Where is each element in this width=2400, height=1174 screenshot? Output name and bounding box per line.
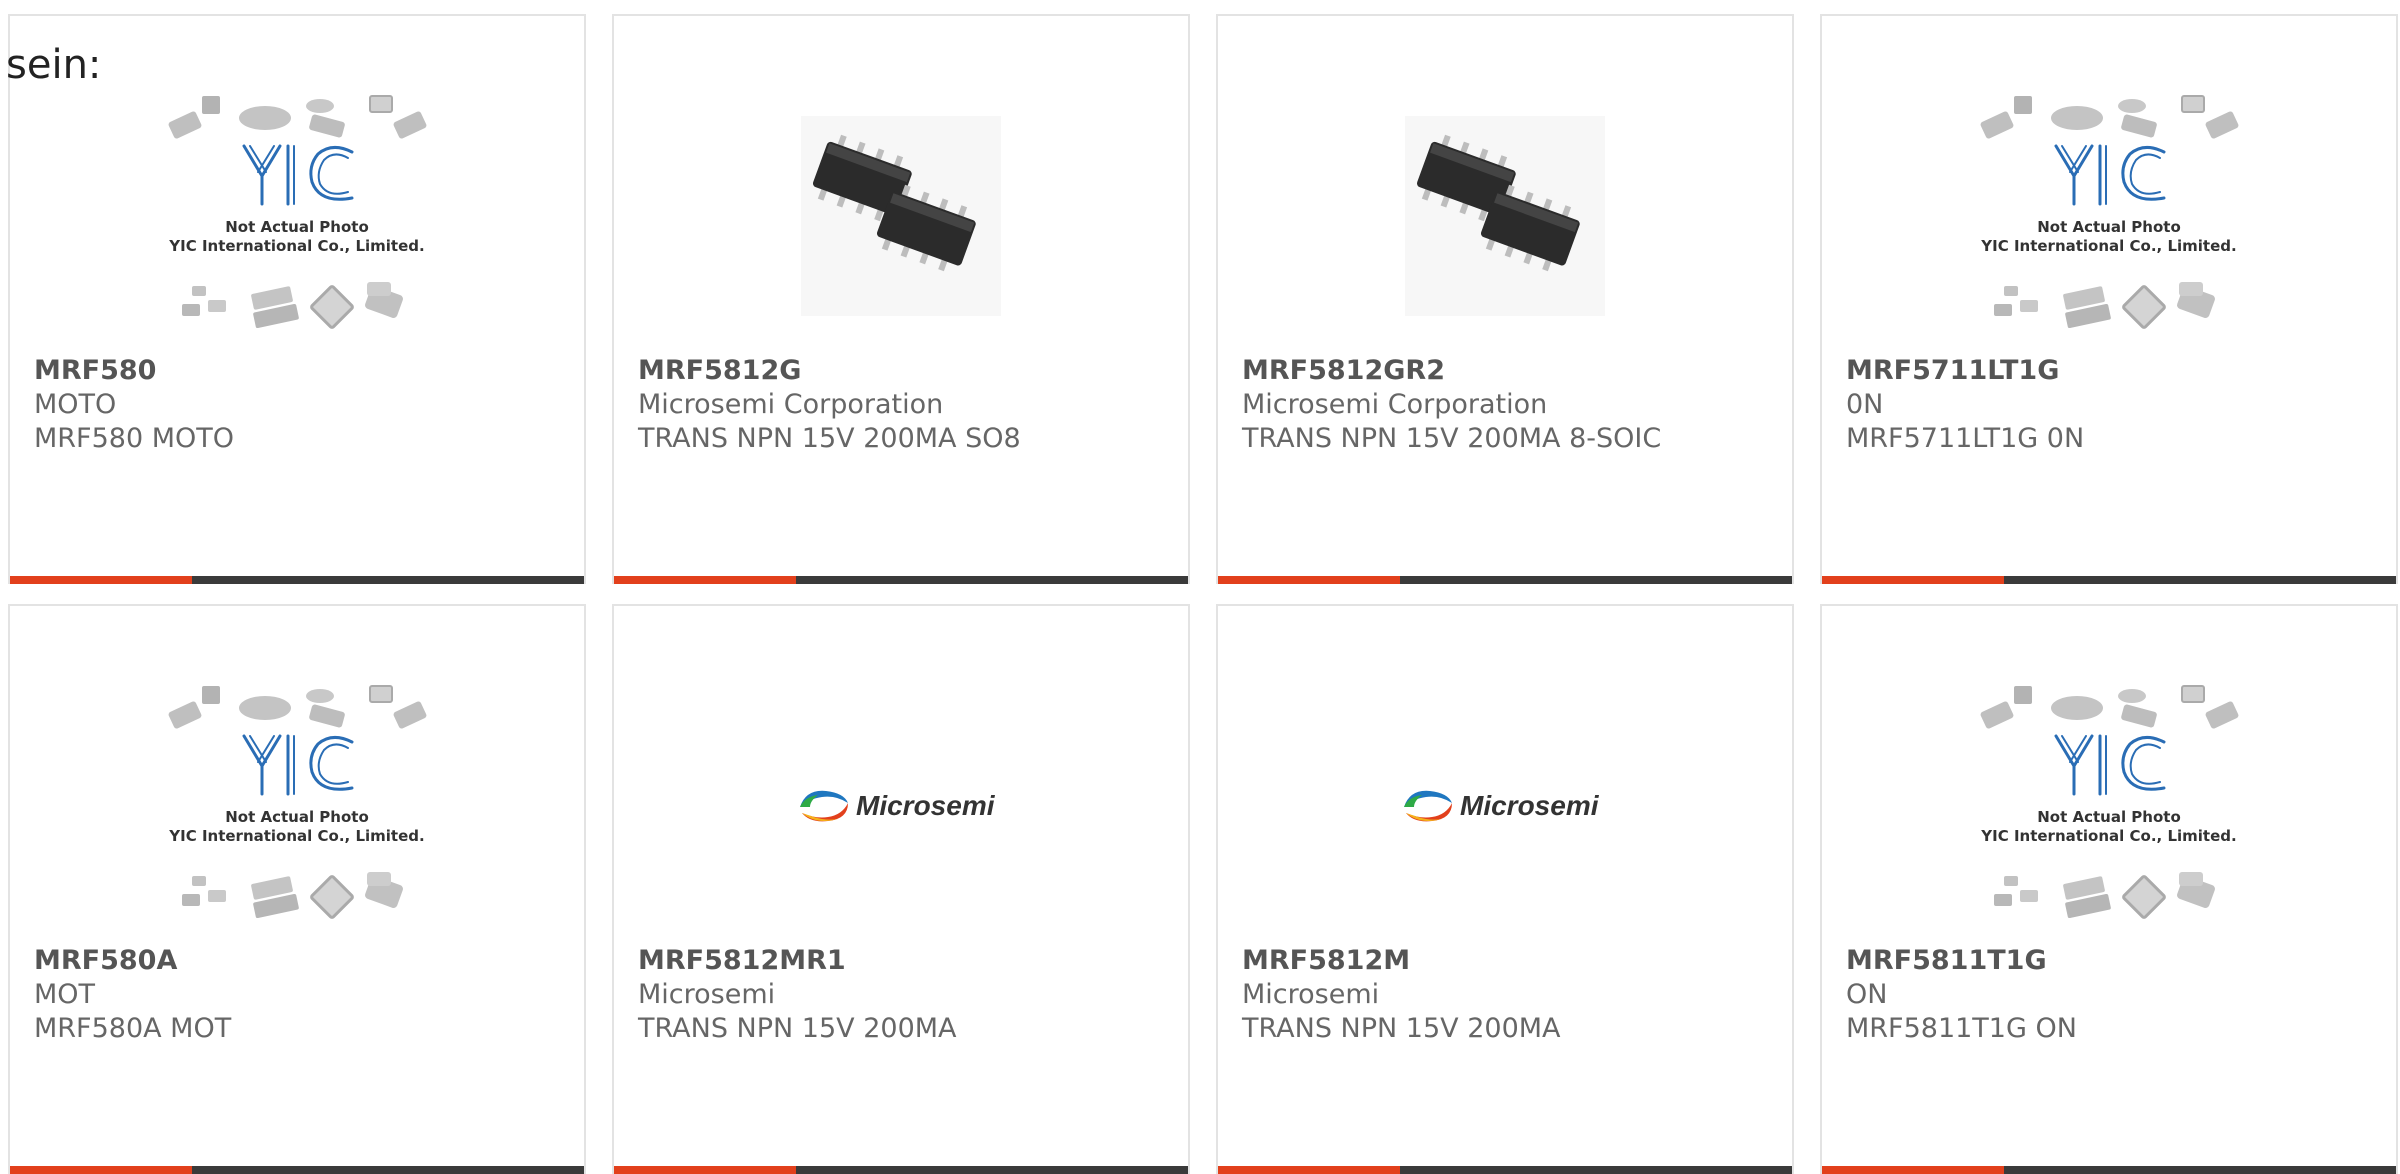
product-info: MRF580 MOTO MRF580 MOTO (34, 354, 574, 456)
card-bottom-bar (614, 1166, 1188, 1174)
placeholder-line1: Not Actual Photo (2037, 808, 2181, 826)
card-accent-bar (1218, 576, 1400, 584)
part-number-link[interactable]: MRF580 (34, 354, 574, 388)
description: MRF580 MOTO (34, 423, 234, 454)
placeholder-line2: YIC International Co., Limited. (1980, 237, 2236, 255)
placeholder-image: Not Actual Photo YIC International Co., … (1978, 685, 2241, 920)
product-card[interactable]: Not Actual Photo YIC International Co., … (8, 604, 586, 1174)
card-accent-bar (1822, 1166, 2004, 1174)
product-info: MRF5811T1G ON MRF5811T1G ON (1846, 944, 2386, 1046)
product-info: MRF5711LT1G 0N MRF5711LT1G 0N (1846, 354, 2386, 456)
part-number-link[interactable]: MRF5811T1G (1846, 944, 2386, 978)
microsemi-wordmark: Microsemi (1460, 790, 1600, 821)
product-thumbnail[interactable]: Microsemi (1218, 666, 1792, 946)
placeholder-line2: YIC International Co., Limited. (1980, 827, 2236, 845)
product-thumbnail[interactable]: Not Actual Photo YIC International Co., … (1822, 666, 2396, 946)
description: MRF580A MOT (34, 1013, 232, 1044)
yic-logo-icon (242, 144, 354, 206)
manufacturer: MOTO (34, 389, 117, 420)
card-bottom-bar (10, 576, 584, 584)
description: TRANS NPN 15V 200MA (638, 1013, 957, 1044)
product-thumbnail[interactable]: Not Actual Photo YIC International Co., … (10, 666, 584, 946)
placeholder-line2: YIC International Co., Limited. (168, 827, 424, 845)
soic-chip-image (1405, 116, 1605, 316)
card-bottom-bar (1218, 1166, 1792, 1174)
manufacturer: 0N (1846, 389, 1884, 420)
card-accent-bar (1822, 576, 2004, 584)
description: MRF5711LT1G 0N (1846, 423, 2085, 454)
microsemi-swirl-icon (800, 790, 848, 822)
placeholder-image: Not Actual Photo YIC International Co., … (166, 685, 429, 920)
product-info: MRF5812M Microsemi TRANS NPN 15V 200MA (1242, 944, 1782, 1046)
manufacturer: Microsemi (638, 979, 776, 1010)
manufacturer: Microsemi (1242, 979, 1380, 1010)
product-grid: Not Actual Photo YIC International Co., … (8, 14, 2398, 1174)
yic-logo-icon (2054, 144, 2166, 206)
product-info: MRF5812MR1 Microsemi TRANS NPN 15V 200MA (638, 944, 1178, 1046)
placeholder-image: Not Actual Photo YIC International Co., … (1978, 95, 2241, 330)
microsemi-logo: Microsemi (800, 790, 996, 822)
manufacturer: Microsemi Corporation (638, 389, 944, 420)
placeholder-line1: Not Actual Photo (225, 218, 369, 236)
card-accent-bar (614, 1166, 796, 1174)
part-number-link[interactable]: MRF5711LT1G (1846, 354, 2386, 388)
card-accent-bar (614, 576, 796, 584)
product-card[interactable]: Microsemi MRF5812MR1 Microsemi TRANS NPN 1… (612, 604, 1190, 1174)
card-bottom-bar (614, 576, 1188, 584)
yic-logo-icon (2054, 734, 2166, 796)
description: TRANS NPN 15V 200MA (1242, 1013, 1561, 1044)
yic-logo-icon (242, 734, 354, 796)
microsemi-logo: Microsemi (1404, 790, 1600, 822)
card-bottom-bar (1218, 576, 1792, 584)
intro-text: sein: (6, 42, 102, 88)
product-thumbnail[interactable] (1218, 76, 1792, 356)
microsemi-swirl-icon (1404, 790, 1452, 822)
product-thumbnail[interactable]: Microsemi (614, 666, 1188, 946)
part-number-link[interactable]: MRF5812MR1 (638, 944, 1178, 978)
product-card[interactable]: MRF5812G Microsemi Corporation TRANS NPN 1… (612, 14, 1190, 584)
placeholder-line1: Not Actual Photo (2037, 218, 2181, 236)
product-card[interactable]: Not Actual Photo YIC International Co., … (1820, 14, 2398, 584)
microsemi-wordmark: Microsemi (856, 790, 996, 821)
product-card[interactable]: MRF5812GR2 Microsemi Corporation TRANS NPN… (1216, 14, 1794, 584)
card-accent-bar (1218, 1166, 1400, 1174)
product-card[interactable]: Not Actual Photo YIC International Co., … (8, 14, 586, 584)
placeholder-line1: Not Actual Photo (225, 808, 369, 826)
card-accent-bar (10, 576, 192, 584)
placeholder-image: Not Actual Photo YIC International Co., … (166, 95, 429, 330)
part-number-link[interactable]: MRF5812GR2 (1242, 354, 1782, 388)
description: MRF5811T1G ON (1846, 1013, 2077, 1044)
product-info: MRF580A MOT MRF580A MOT (34, 944, 574, 1046)
soic-chip-image (801, 116, 1001, 316)
card-accent-bar (10, 1166, 192, 1174)
card-bottom-bar (1822, 576, 2396, 584)
part-number-link[interactable]: MRF580A (34, 944, 574, 978)
product-card[interactable]: Not Actual Photo YIC International Co., … (1820, 604, 2398, 1174)
description: TRANS NPN 15V 200MA SO8 (638, 423, 1021, 454)
manufacturer: ON (1846, 979, 1888, 1010)
product-thumbnail[interactable]: Not Actual Photo YIC International Co., … (1822, 76, 2396, 356)
product-thumbnail[interactable]: Not Actual Photo YIC International Co., … (10, 76, 584, 356)
product-info: MRF5812G Microsemi Corporation TRANS NPN 1… (638, 354, 1178, 456)
part-number-link[interactable]: MRF5812G (638, 354, 1178, 388)
product-thumbnail[interactable] (614, 76, 1188, 356)
manufacturer: Microsemi Corporation (1242, 389, 1548, 420)
placeholder-line2: YIC International Co., Limited. (168, 237, 424, 255)
part-number-link[interactable]: MRF5812M (1242, 944, 1782, 978)
product-card[interactable]: Microsemi MRF5812M Microsemi TRANS NPN 15V… (1216, 604, 1794, 1174)
card-bottom-bar (10, 1166, 584, 1174)
card-bottom-bar (1822, 1166, 2396, 1174)
description: TRANS NPN 15V 200MA 8-SOIC (1242, 423, 1662, 454)
manufacturer: MOT (34, 979, 96, 1010)
product-info: MRF5812GR2 Microsemi Corporation TRANS NPN… (1242, 354, 1782, 456)
